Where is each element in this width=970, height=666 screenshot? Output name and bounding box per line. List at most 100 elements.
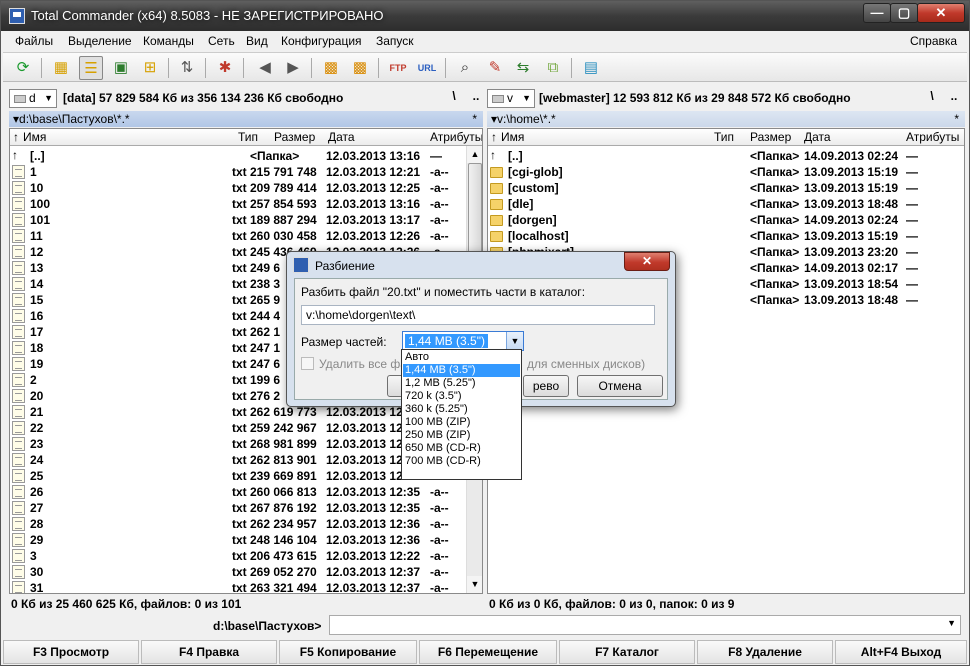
part-size-option[interactable]: 100 MB (ZIP) [403,416,520,429]
file-row[interactable]: 11 txt 260 030 458 12.03.2013 12:26 -a-- [10,228,482,244]
file-row[interactable]: ↑ [..] <Папка> 14.09.2013 02:24 — [488,148,964,164]
f4-edit-button[interactable]: F4 Правка [141,640,277,664]
cancel-button[interactable]: Отмена [577,375,663,397]
part-size-option[interactable]: 1,2 MB (5.25") [403,377,520,390]
col-date[interactable]: Дата [328,130,355,144]
file-row[interactable]: 3 txt 206 473 615 12.03.2013 12:22 -a-- [10,548,482,564]
back-arrow-icon[interactable]: ◀ [253,56,277,80]
f7-mkdir-button[interactable]: F7 Каталог [559,640,695,664]
file-row[interactable]: [dorgen] <Папка> 14.09.2013 02:24 — [488,212,964,228]
f6-move-button[interactable]: F6 Перемещение [419,640,557,664]
refresh-icon[interactable]: ⟳ [11,56,35,80]
menu-selection[interactable]: Выделение [68,34,132,48]
file-row[interactable]: ↑ [..] <Папка> 12.03.2013 13:16 — [10,148,482,164]
part-size-option[interactable]: 650 MB (CD-R) [403,442,520,455]
delete-files-checkbox[interactable] [301,357,314,370]
thumbnail-view-icon[interactable]: ▣ [109,56,133,80]
close-button[interactable]: ✕ [917,3,965,23]
left-path-filter[interactable]: * [472,111,477,127]
file-row[interactable]: [cgi-glob] <Папка> 13.09.2013 15:19 — [488,164,964,180]
tree-button[interactable]: рево [523,375,569,397]
file-row[interactable]: [custom] <Папка> 13.09.2013 15:19 — [488,180,964,196]
file-row[interactable]: 31 txt 263 321 494 12.03.2013 12:37 -a-- [10,580,482,593]
menu-help[interactable]: Справка [910,34,957,48]
col-type[interactable]: Тип [238,130,258,144]
col-date[interactable]: Дата [804,130,831,144]
menu-view[interactable]: Вид [246,34,268,48]
left-up-button[interactable]: .. [467,89,485,108]
right-path-filter[interactable]: * [954,111,959,127]
pack-icon[interactable]: ▩ [319,56,343,80]
brief-view-icon[interactable]: ▦ [49,56,73,80]
right-drive-select[interactable]: v ▼ [487,89,535,108]
col-name[interactable]: Имя [23,130,46,144]
minimize-button[interactable]: — [863,3,891,23]
target-dir-input[interactable]: v:\home\dorgen\text\ [301,305,655,325]
menu-files[interactable]: Файлы [15,34,53,48]
file-row[interactable]: 1 txt 215 791 748 12.03.2013 12:21 -a-- [10,164,482,180]
f3-view-button[interactable]: F3 Просмотр [3,640,139,664]
url-icon[interactable]: URL [415,56,439,80]
f8-delete-button[interactable]: F8 Удаление [697,640,833,664]
menu-configuration[interactable]: Конфигурация [281,34,362,48]
part-size-option[interactable]: 720 k (3.5") [403,390,520,403]
f5-copy-button[interactable]: F5 Копирование [279,640,417,664]
scroll-down-arrow-icon[interactable]: ▼ [467,576,482,593]
unpack-icon[interactable]: ✱ [213,56,237,80]
col-attr[interactable]: Атрибуты [906,130,959,144]
dialog-close-button[interactable]: ✕ [624,252,670,271]
part-size-option[interactable]: 250 MB (ZIP) [403,429,520,442]
unpack-archive-icon[interactable]: ▩ [348,56,372,80]
forward-arrow-icon[interactable]: ▶ [281,56,305,80]
file-row[interactable]: 27 txt 267 876 192 12.03.2013 12:35 -a-- [10,500,482,516]
file-row[interactable]: 30 txt 269 052 270 12.03.2013 12:37 -a-- [10,564,482,580]
left-path-bar[interactable]: ▾d:\base\Пастухов\*.* * [9,111,483,127]
full-view-icon[interactable]: ☰ [79,56,103,80]
sync-dirs-icon[interactable]: ⇆ [511,56,535,80]
multi-rename-icon[interactable]: ✎ [483,56,507,80]
file-row[interactable]: [dle] <Папка> 13.09.2013 18:48 — [488,196,964,212]
scroll-up-arrow-icon[interactable]: ▲ [467,146,482,163]
maximize-button[interactable]: ▢ [890,3,918,23]
tree-view-icon[interactable]: ⊞ [138,56,162,80]
col-type[interactable]: Тип [714,130,734,144]
file-row[interactable]: 29 txt 248 146 104 12.03.2013 12:36 -a-- [10,532,482,548]
left-drive-select[interactable]: d ▼ [9,89,57,108]
menu-commands[interactable]: Команды [143,34,194,48]
file-row[interactable]: 10 txt 209 789 414 12.03.2013 12:25 -a-- [10,180,482,196]
chevron-down-icon[interactable]: ▼ [506,332,523,350]
file-row[interactable]: [localhost] <Папка> 13.09.2013 15:19 — [488,228,964,244]
dialog-title-bar[interactable]: Разбиение [293,255,663,277]
right-root-button[interactable]: \ [923,89,941,108]
ftp-icon[interactable]: FTP [386,56,410,80]
invert-selection-icon[interactable]: ⇅ [175,56,199,80]
part-size-option[interactable]: 700 MB (CD-R) [403,455,520,468]
file-row[interactable]: 101 txt 189 887 294 12.03.2013 13:17 -a-- [10,212,482,228]
file-date: 14.09.2013 02:24 [804,149,899,163]
file-row[interactable]: 26 txt 260 066 813 12.03.2013 12:35 -a-- [10,484,482,500]
menu-launch[interactable]: Запуск [376,34,414,48]
part-size-combo[interactable]: 1,44 MB (3.5") ▼ [402,331,524,351]
col-size[interactable]: Размер [750,130,791,144]
part-size-option[interactable]: Авто [403,351,520,364]
col-attr[interactable]: Атрибуты [430,130,482,144]
notepad-icon[interactable]: ▤ [579,56,603,80]
col-name[interactable]: Имя [501,130,524,144]
right-up-button[interactable]: .. [945,89,963,108]
part-size-option[interactable]: 360 k (5.25") [403,403,520,416]
file-size: 265 9 [250,293,281,307]
right-path-bar[interactable]: ▾v:\home\*.* * [487,111,965,127]
left-root-button[interactable]: \ [445,89,463,108]
compare-icon[interactable]: ⧉ [541,56,565,80]
col-size[interactable]: Размер [274,130,315,144]
chevron-down-icon[interactable]: ▼ [947,618,956,628]
search-icon[interactable]: ⌕ [453,56,477,80]
title-bar[interactable]: Total Commander (x64) 8.5083 - НЕ ЗАРЕГИ… [1,1,969,31]
part-size-dropdown-list[interactable]: Авто 1,44 MB (3.5") 1,2 MB (5.25") 720 k (3… [401,349,522,480]
menu-network[interactable]: Сеть [208,34,235,48]
part-size-option[interactable]: 1,44 MB (3.5") [403,364,520,377]
command-line-input[interactable]: ▼ [329,615,961,635]
file-row[interactable]: 100 txt 257 854 593 12.03.2013 13:16 -a-- [10,196,482,212]
alt-f4-exit-button[interactable]: Alt+F4 Выход [835,640,967,664]
file-row[interactable]: 28 txt 262 234 957 12.03.2013 12:36 -a-- [10,516,482,532]
